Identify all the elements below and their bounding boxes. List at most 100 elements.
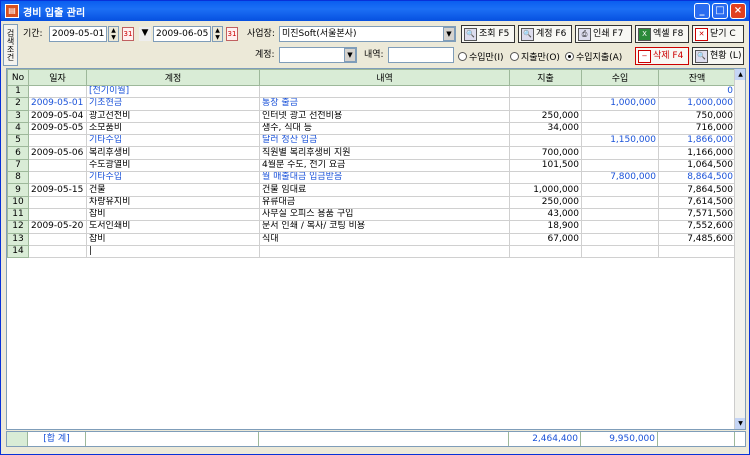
table-row[interactable]: 7 수도광열비 4월분 수도, 전기 요금 101,500 1,064,500 [7, 158, 736, 173]
cell-balance[interactable]: 8,864,500 [658, 171, 736, 185]
cell-date[interactable]: 2009-05-20 [28, 220, 87, 234]
cell-balance[interactable]: 7,552,600 [658, 220, 736, 234]
cell-balance[interactable]: 7,614,500 [658, 195, 736, 209]
table-row[interactable]: 10 차량유지비 유류대금 250,000 7,614,500 [7, 195, 736, 209]
table-row[interactable]: 12 2009-05-20 도서인쇄비 문서 인쇄 / 복사/ 코팅 비용 18,900… [7, 220, 736, 234]
cell-date[interactable]: 2009-05-05 [28, 121, 87, 136]
cell-detail[interactable]: 식대 [259, 232, 510, 246]
cell-expense[interactable] [509, 244, 582, 259]
cell-date[interactable] [28, 244, 87, 259]
cell-balance[interactable] [658, 244, 736, 259]
cell-detail[interactable]: 사무실 오피스 용품 구입 [259, 207, 510, 222]
search-button[interactable]: 🔍 조회 F5 [461, 25, 515, 43]
column-header[interactable]: No [7, 69, 29, 86]
cell-income[interactable] [581, 146, 659, 160]
cell-detail[interactable]: 유류대금 [259, 195, 510, 209]
column-header[interactable]: 계정 [86, 69, 260, 86]
cell-expense[interactable]: 67,000 [509, 232, 582, 246]
cell-expense[interactable]: 700,000 [509, 146, 582, 160]
column-header[interactable]: 내역 [259, 69, 510, 86]
table-row[interactable]: 9 2009-05-15 건물 건물 임대료 1,000,000 7,864,500 [7, 183, 736, 197]
vertical-scrollbar[interactable]: ▲ ▼ [734, 69, 745, 429]
cell-detail[interactable]: 월 매출대금 입금받음 [259, 171, 510, 185]
scroll-up-icon[interactable]: ▲ [735, 69, 745, 80]
cell-date[interactable] [28, 195, 87, 209]
cell-expense[interactable]: 18,900 [509, 220, 582, 234]
cell-date[interactable] [28, 134, 87, 148]
minimize-button[interactable]: _ [694, 3, 710, 19]
cell-account[interactable]: 소모품비 [86, 121, 260, 136]
cell-date[interactable] [28, 171, 87, 185]
cell-balance[interactable]: 1,000,000 [658, 97, 736, 111]
cell-account[interactable]: | [86, 244, 260, 259]
search-conditions-tab[interactable]: 검색조건 [3, 24, 18, 66]
radio-both[interactable]: 수입지출(A) [565, 50, 622, 63]
delete-button[interactable]: − 삭제 F4 [635, 47, 689, 65]
cell-date[interactable]: 2009-05-04 [28, 109, 87, 123]
cell-detail[interactable]: 달러 정산 입금 [259, 134, 510, 148]
radio-circle[interactable] [565, 52, 574, 61]
close-button[interactable]: ✕ 닫기 C [692, 25, 744, 43]
cell-balance[interactable]: 1,166,000 [658, 146, 736, 160]
date-to-field[interactable]: 2009-06-05 [153, 26, 211, 42]
cell-detail[interactable]: 문서 인쇄 / 복사/ 코팅 비용 [259, 220, 510, 234]
table-row[interactable]: 6 2009-05-06 복리후생비 직원별 복리후생비 지원 700,000 1,166… [7, 146, 736, 160]
column-header[interactable]: 지출 [509, 69, 582, 86]
cell-balance[interactable]: 7,485,600 [658, 232, 736, 246]
cell-detail[interactable]: 인터넷 광고 선전비용 [259, 109, 510, 123]
cell-balance[interactable]: 0 [658, 84, 736, 99]
cell-account[interactable]: 복리후생비 [86, 146, 260, 160]
table-row[interactable]: 8 기타수입 월 매출대금 입금받음 7,800,000 8,864,500 [7, 171, 736, 185]
scroll-down-icon[interactable]: ▼ [735, 418, 745, 429]
table-row[interactable]: 5 기타수입 달러 정산 입금 1,150,000 1,866,000 [7, 134, 736, 148]
table-row[interactable]: 11 잡비 사무실 오피스 용품 구입 43,000 7,571,500 [7, 207, 736, 222]
table-row[interactable]: 13 잡비 식대 67,000 7,485,600 [7, 232, 736, 246]
cell-income[interactable] [581, 121, 659, 136]
cell-account[interactable]: 차량유지비 [86, 195, 260, 209]
cell-income[interactable] [581, 220, 659, 234]
chevron-down-icon[interactable]: ▼ [344, 48, 356, 62]
cell-account[interactable]: [전기이월] [86, 84, 260, 99]
cell-income[interactable] [581, 109, 659, 123]
table-row[interactable]: 1 [전기이월] 0 [7, 84, 736, 99]
calendar-icon[interactable]: 31 [122, 27, 134, 41]
cell-account[interactable]: 도서인쇄비 [86, 220, 260, 234]
cell-income[interactable] [581, 183, 659, 197]
table-row[interactable]: 4 2009-05-05 소모품비 생수, 식대 등 34,000 716,000 [7, 121, 736, 136]
cell-expense[interactable]: 250,000 [509, 109, 582, 123]
print-button[interactable]: ⎙ 인쇄 F7 [575, 25, 632, 43]
cell-expense[interactable]: 250,000 [509, 195, 582, 209]
cell-account[interactable]: 기초현금 [86, 97, 260, 111]
radio-expense-only[interactable]: 지출만(O) [510, 50, 560, 63]
cell-balance[interactable]: 1,866,000 [658, 134, 736, 148]
cell-date[interactable] [28, 232, 87, 246]
cell-detail[interactable]: 통장 출금 [259, 97, 510, 111]
cell-account[interactable]: 수도광열비 [86, 158, 260, 173]
column-header[interactable]: 일자 [28, 69, 87, 86]
radio-income-only[interactable]: 수입만(I) [458, 50, 504, 63]
cell-account[interactable]: 잡비 [86, 207, 260, 222]
date-from-field[interactable]: 2009-05-01 [49, 26, 107, 42]
chevron-down-icon[interactable]: ▼ [443, 27, 455, 41]
cell-account[interactable]: 건물 [86, 183, 260, 197]
cell-income[interactable]: 7,800,000 [581, 171, 659, 185]
cell-expense[interactable]: 34,000 [509, 121, 582, 136]
column-header[interactable]: 수입 [581, 69, 659, 86]
range-arrow-icon[interactable]: ▼ [139, 27, 151, 41]
cell-account[interactable]: 광고선전비 [86, 109, 260, 123]
date-to-spinner[interactable]: ▲ ▼ [212, 26, 223, 42]
cell-balance[interactable]: 7,571,500 [658, 207, 736, 222]
cell-income[interactable]: 1,150,000 [581, 134, 659, 148]
site-select[interactable]: 미진Soft(서울본사) [279, 26, 456, 42]
cell-date[interactable] [28, 207, 87, 222]
cell-account[interactable]: 기타수입 [86, 171, 260, 185]
cell-income[interactable] [581, 195, 659, 209]
detail-input[interactable] [388, 47, 454, 63]
cell-expense[interactable]: 101,500 [509, 158, 582, 173]
cell-balance[interactable]: 7,864,500 [658, 183, 736, 197]
cell-date[interactable] [28, 158, 87, 173]
cell-income[interactable] [581, 232, 659, 246]
cell-expense[interactable]: 43,000 [509, 207, 582, 222]
cell-balance[interactable]: 750,000 [658, 109, 736, 123]
cell-date[interactable]: 2009-05-15 [28, 183, 87, 197]
